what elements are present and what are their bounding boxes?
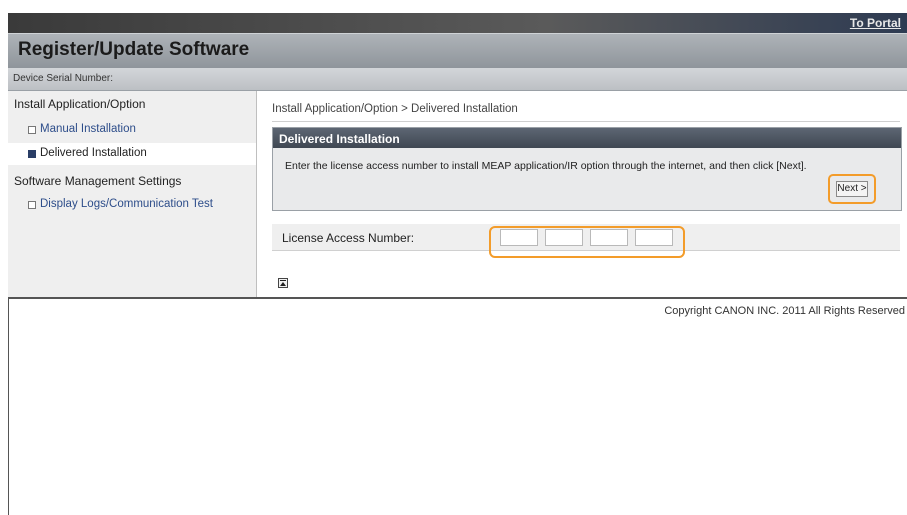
sidebar-item-label: Manual Installation <box>40 123 136 135</box>
sidebar: Install Application/Option Manual Instal… <box>8 91 257 297</box>
page-title: Register/Update Software <box>18 39 250 60</box>
page-top-icon[interactable] <box>278 278 288 288</box>
footer-separator <box>8 297 907 299</box>
to-portal-link[interactable]: To Portal <box>850 16 901 30</box>
panel-description: Enter the license access number to insta… <box>285 160 807 172</box>
top-bar: To Portal <box>8 13 907 33</box>
license-fields-highlight <box>489 226 685 258</box>
sidebar-item-delivered-installation[interactable]: Delivered Installation <box>8 143 256 165</box>
bullet-icon <box>28 201 36 209</box>
next-button[interactable]: Next > <box>836 181 868 197</box>
title-bar: Register/Update Software <box>8 33 907 68</box>
panel-title: Delivered Installation <box>279 132 400 146</box>
breadcrumb-divider <box>272 121 900 122</box>
sidebar-item-display-logs[interactable]: Display Logs/Communication Test <box>8 194 256 216</box>
serial-bar: Device Serial Number: <box>8 68 907 91</box>
sidebar-group-software-management: Software Management Settings <box>14 174 182 188</box>
sidebar-item-label: Delivered Installation <box>40 147 147 159</box>
panel-header: Delivered Installation <box>273 128 901 148</box>
bullet-icon <box>28 126 36 134</box>
bullet-selected-icon <box>28 150 36 158</box>
breadcrumb: Install Application/Option > Delivered I… <box>272 103 518 115</box>
left-border <box>8 299 9 515</box>
sidebar-item-manual-installation[interactable]: Manual Installation <box>8 119 256 141</box>
sidebar-group-install: Install Application/Option <box>14 97 146 111</box>
copyright-text: Copyright CANON INC. 2011 All Rights Res… <box>664 305 905 317</box>
main-content: Install Application/Option > Delivered I… <box>258 91 907 297</box>
delivered-installation-panel: Delivered Installation Enter the license… <box>272 127 902 211</box>
license-access-label: License Access Number: <box>282 231 415 245</box>
serial-label: Device Serial Number: <box>13 73 114 84</box>
sidebar-item-label: Display Logs/Communication Test <box>40 198 214 210</box>
